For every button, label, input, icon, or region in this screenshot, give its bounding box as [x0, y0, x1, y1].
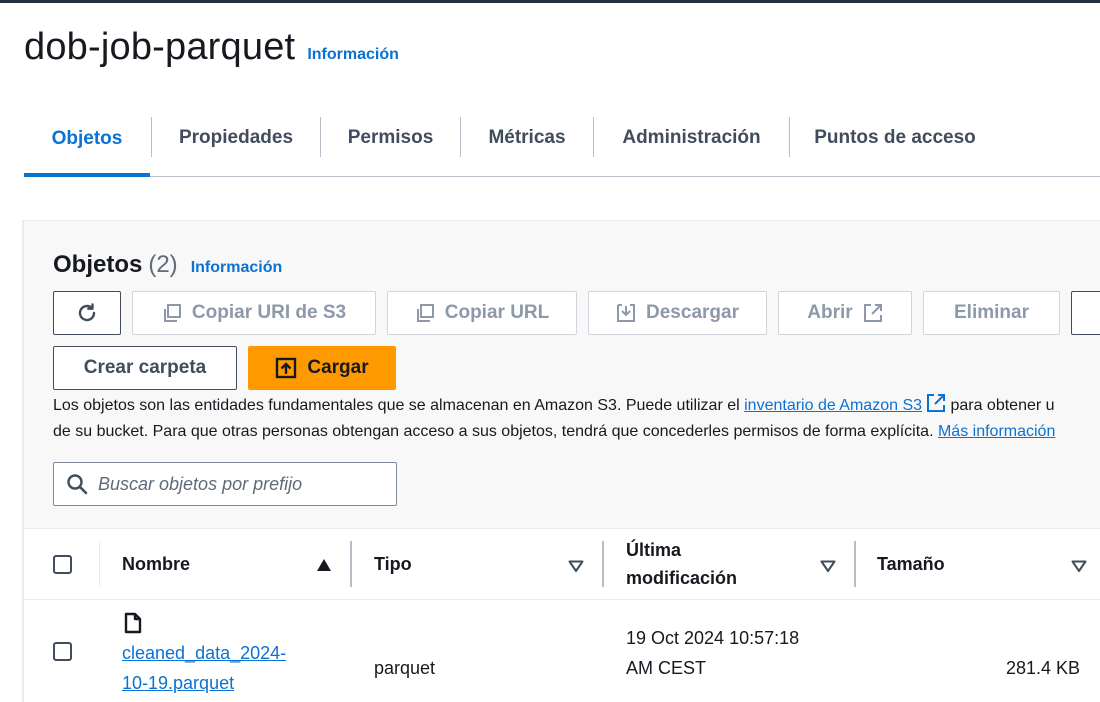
external-link-icon[interactable] — [926, 393, 946, 420]
info-link[interactable]: Información — [191, 259, 283, 277]
tab-permissions[interactable]: Permisos — [321, 100, 460, 176]
last-modified-line: 19 Oct 2024 10:57:18 — [626, 628, 800, 648]
copy-url-button[interactable]: Copiar URL — [387, 291, 577, 335]
sort-icon[interactable] — [568, 559, 584, 573]
create-folder-button[interactable]: Crear carpeta — [53, 346, 237, 390]
search-input[interactable] — [98, 473, 388, 495]
copy-s3-uri-button[interactable]: Copiar URI de S3 — [132, 291, 376, 335]
download-button[interactable]: Descargar — [588, 291, 767, 335]
copy-icon — [415, 303, 435, 323]
tab-access-points[interactable]: Puntos de acceso — [790, 100, 1000, 176]
tab-metrics[interactable]: Métricas — [461, 100, 593, 176]
delete-button[interactable]: Eliminar — [923, 291, 1060, 335]
sort-ascending-icon[interactable] — [316, 558, 332, 572]
upload-label: Cargar — [307, 357, 369, 378]
column-size[interactable]: Tamaño — [877, 550, 945, 578]
search-icon — [67, 474, 88, 495]
copy-url-label: Copiar URL — [444, 302, 550, 323]
more-actions-button[interactable] — [1071, 291, 1100, 335]
open-button[interactable]: Abrir — [778, 291, 912, 335]
tab-properties[interactable]: Propiedades — [152, 100, 320, 176]
tab-management[interactable]: Administración — [594, 100, 789, 176]
download-icon — [616, 303, 636, 323]
external-link-icon — [863, 303, 883, 323]
inventory-link[interactable]: inventario de Amazon S3 — [744, 397, 922, 414]
search-box — [53, 462, 397, 506]
table-row[interactable]: cleaned_data_2024- 10-19.parquet parquet… — [24, 600, 1100, 702]
description-text: de su bucket. Para que otras personas ob… — [53, 423, 938, 440]
column-name[interactable]: Nombre — [122, 550, 190, 578]
file-name-link[interactable]: cleaned_data_2024- 10-19.parquet — [122, 638, 286, 698]
row-checkbox[interactable] — [53, 642, 72, 661]
download-label: Descargar — [646, 302, 739, 323]
copy-s3-uri-label: Copiar URI de S3 — [191, 302, 347, 323]
panel-header: Objetos (2) Información — [53, 251, 282, 279]
tab-objects[interactable]: Objetos — [24, 100, 150, 177]
delete-label: Eliminar — [954, 302, 1029, 323]
more-info-link[interactable]: Más información — [938, 423, 1055, 440]
create-folder-label: Crear carpeta — [83, 357, 207, 378]
column-divider — [350, 541, 352, 587]
sort-icon[interactable] — [1071, 559, 1087, 573]
top-bar — [0, 0, 1100, 3]
sort-icon[interactable] — [820, 559, 836, 573]
object-count: (2) — [148, 251, 178, 278]
file-type: parquet — [374, 658, 436, 678]
column-divider — [854, 541, 856, 587]
column-last-modified-line: modificación — [626, 568, 738, 588]
panel-title: Objetos — [53, 251, 143, 278]
page-title: dob-job-parquet — [24, 26, 296, 68]
column-divider — [99, 541, 100, 587]
column-last-modified[interactable]: Última modificación — [626, 536, 737, 592]
table-header: Nombre Tipo Última modificación Tamaño — [24, 528, 1100, 600]
upload-icon — [275, 357, 297, 379]
objects-panel: Objetos (2) Información Copiar URI de S3… — [22, 220, 1100, 702]
last-modified: 19 Oct 2024 10:57:18 AM CEST — [626, 623, 799, 683]
select-all-checkbox[interactable] — [53, 555, 72, 574]
last-modified-line: AM CEST — [626, 658, 707, 678]
file-name-line: 10-19.parquet — [122, 673, 235, 693]
file-size: 281.4 KB — [1006, 658, 1081, 678]
info-link[interactable]: Información — [307, 46, 399, 64]
file-icon — [124, 612, 142, 634]
refresh-button[interactable] — [53, 291, 121, 335]
file-name-line: cleaned_data_2024- — [122, 643, 287, 663]
column-type[interactable]: Tipo — [374, 550, 412, 578]
description-text: para obtener u — [946, 397, 1055, 414]
copy-icon — [162, 303, 182, 323]
column-divider — [602, 541, 604, 587]
description-text: Los objetos son las entidades fundamenta… — [53, 397, 745, 414]
tab-bar: Objetos Propiedades Permisos Métricas Ad… — [24, 100, 1100, 177]
refresh-icon — [78, 303, 96, 322]
open-label: Abrir — [807, 302, 853, 323]
page-header: dob-job-parquet Información — [24, 26, 399, 69]
objects-description: Los objetos son las entidades fundamenta… — [53, 393, 1100, 443]
upload-button[interactable]: Cargar — [248, 346, 396, 390]
column-last-modified-line: Última — [626, 540, 682, 560]
